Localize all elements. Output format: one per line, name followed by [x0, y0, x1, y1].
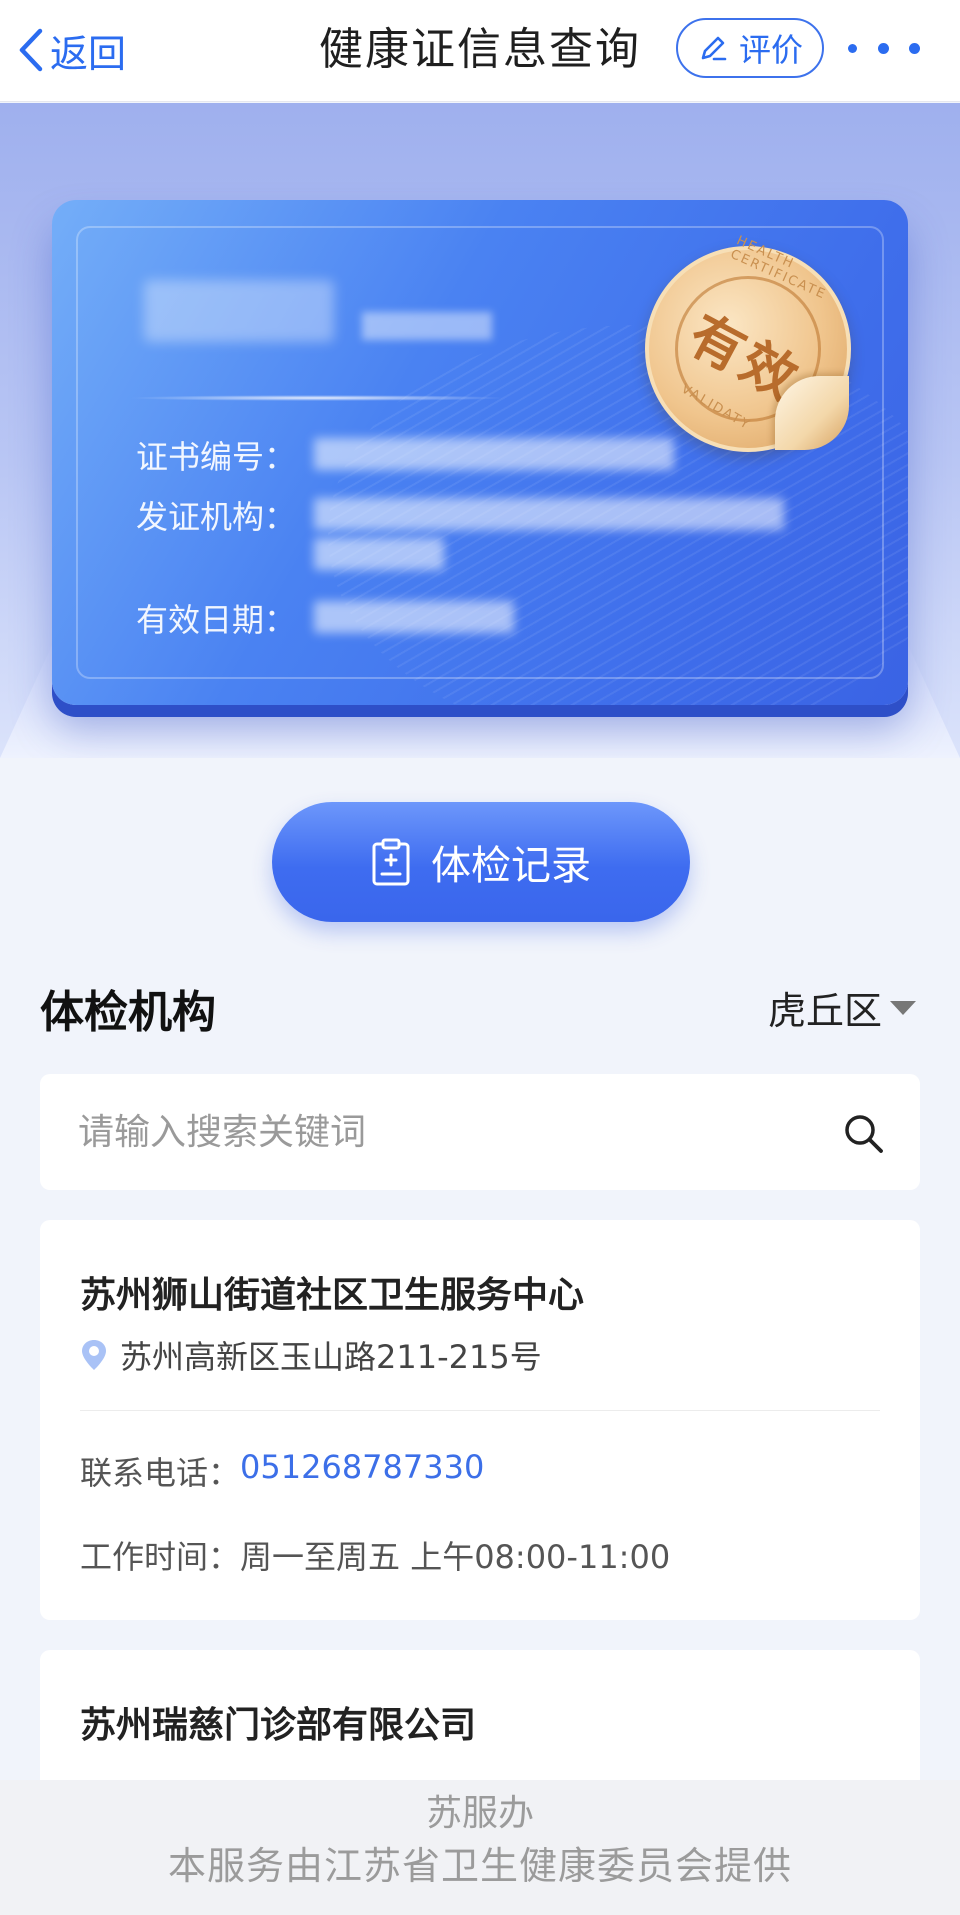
more-menu-button[interactable] [848, 30, 920, 66]
caret-down-icon [890, 1000, 916, 1015]
back-button[interactable]: 返回 [16, 22, 126, 78]
holder-info-redacted [362, 312, 492, 340]
district-selector[interactable]: 虎丘区 [768, 980, 916, 1035]
valid-stamp-seal: HEALTH CERTIFICATE VALIDATY 有效 [645, 233, 851, 452]
phone-label: 联系电话： [80, 1454, 241, 1492]
search-box [40, 1074, 920, 1190]
footer-brand: 苏服办 [425, 1793, 534, 1834]
institution-name: 苏州瑞慈门诊部有限公司 [80, 1705, 477, 1746]
footer-provider: 本服务由江苏省卫生健康委员会提供 [167, 1844, 792, 1888]
card-divider [128, 395, 508, 401]
issuer-row: 发证机构： [136, 492, 785, 570]
cert-number-label: 证书编号： [136, 438, 297, 476]
back-label: 返回 [50, 31, 127, 76]
location-pin-icon [82, 1340, 106, 1370]
clipboard-icon [372, 838, 410, 886]
cert-number-row: 证书编号： [136, 432, 675, 478]
institution-address: 苏州高新区玉山路211-215号 [80, 1332, 542, 1378]
rate-label: 评价 [738, 31, 803, 69]
nav-bar: 返回 健康证信息查询 评价 [0, 0, 960, 102]
hero-banner: 证书编号： 发证机构： 有效日期： HEALTH CERTIFICATE VAL… [0, 103, 960, 758]
more-dot-icon [909, 42, 920, 54]
footer: 苏服办 本服务由江苏省卫生健康委员会提供 [0, 1780, 960, 1915]
exam-record-label: 体检记录 [431, 843, 591, 889]
issuer-redacted-line2 [314, 538, 445, 570]
hours-row: 工作时间： 周一至周五 上午08:00-11:00 [80, 1532, 670, 1578]
valid-date-label: 有效日期： [136, 601, 297, 639]
more-dot-icon [877, 42, 889, 54]
valid-date-redacted [314, 601, 515, 633]
rate-button[interactable]: 评价 [676, 18, 824, 78]
more-dot-icon [848, 43, 857, 53]
section-title: 体检机构 [40, 987, 216, 1038]
valid-date-row: 有效日期： [136, 595, 515, 641]
cert-number-redacted [314, 438, 675, 470]
chevron-left-icon [19, 28, 43, 72]
address-text: 苏州高新区玉山路211-215号 [120, 1338, 542, 1376]
issuer-label: 发证机构： [136, 498, 297, 536]
issuer-redacted [314, 498, 785, 530]
institution-name: 苏州狮山街道社区卫生服务中心 [80, 1275, 585, 1316]
divider [80, 1410, 880, 1411]
search-icon[interactable] [842, 1112, 884, 1154]
district-label: 虎丘区 [767, 989, 882, 1033]
phone-link[interactable]: 051268787330 [240, 1448, 484, 1494]
search-input[interactable] [78, 1104, 818, 1160]
hours-value: 周一至周五 上午08:00-11:00 [240, 1538, 671, 1576]
edit-icon [701, 36, 727, 61]
exam-record-button[interactable]: 体检记录 [272, 802, 690, 922]
institution-card[interactable]: 苏州狮山街道社区卫生服务中心 苏州高新区玉山路211-215号 联系电话： 05… [40, 1220, 920, 1620]
phone-row: 联系电话： 051268787330 [80, 1448, 484, 1494]
holder-name-redacted [144, 280, 334, 342]
hours-label: 工作时间： [80, 1538, 241, 1576]
